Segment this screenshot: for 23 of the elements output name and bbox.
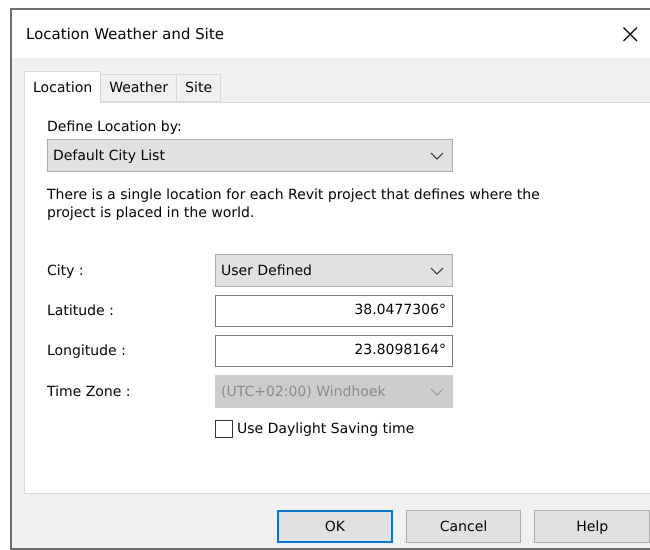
field-label: Time Zone :: [47, 384, 132, 400]
tab[interactable]: Weather: [100, 74, 178, 102]
field-label: Define Location by:: [47, 119, 183, 135]
window-title: Location Weather and Site: [26, 25, 224, 43]
tab[interactable]: Site: [176, 74, 222, 102]
field-label: Latitude :: [47, 303, 115, 319]
chevron-icon: [430, 388, 444, 396]
dialog-button[interactable]: OK: [277, 510, 393, 543]
chevron-icon: [430, 266, 444, 274]
input-field[interactable]: 38.0477306°: [215, 295, 453, 327]
dropdown-field[interactable]: User Defined: [215, 254, 453, 287]
dialog-button[interactable]: Help: [534, 510, 650, 543]
input-field[interactable]: 23.8098164°: [215, 335, 453, 367]
checkbox-label: Use Daylight Saving time: [237, 421, 414, 437]
close-button[interactable]: ×: [610, 20, 650, 48]
field-label: Longitude :: [47, 343, 127, 359]
dialog-button[interactable]: Cancel: [406, 510, 522, 543]
checkbox[interactable]: [215, 420, 233, 438]
field-label: City :: [47, 262, 85, 278]
description-text: There is a single location for each Revit project that defines where the project is placed in the world.: [47, 186, 541, 222]
location-method-dropdown[interactable]: Default City List: [47, 139, 453, 172]
chevron-icon: [430, 152, 444, 160]
tab[interactable]: Location: [24, 71, 102, 103]
